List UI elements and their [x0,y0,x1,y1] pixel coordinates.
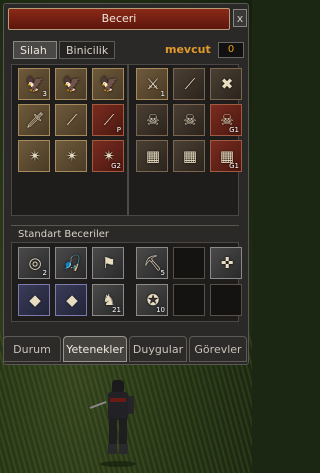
skill-icon: ▦ [145,147,161,165]
skill-level: 2 [42,269,47,277]
skill-icon: 🎣 [62,254,82,272]
character-tabs: Durum Yetenekler Duygular Görevler [3,336,249,364]
weapon-skill-slot[interactable]: ✴ [55,140,87,172]
weapon-skill-slot[interactable]: ✴ G2 [92,140,124,172]
standard-skill-slot[interactable]: ⛏ 5 [136,247,168,279]
standard-empty-slot[interactable] [210,284,242,316]
skill-icon: ✜ [220,254,234,272]
standard-skill-slot[interactable]: 🎣 [55,247,87,279]
standard-skill-slot[interactable]: ◆ [55,284,87,316]
subtab-silah[interactable]: Silah [13,41,57,59]
player-character[interactable] [88,368,148,468]
weapon-skill-slot[interactable]: ⚔ 1 [136,68,168,100]
skill-icon: ▦ [182,147,198,165]
available-points-value: 0 [218,42,244,58]
weapon-skill-slot[interactable]: ✖ [210,68,242,100]
skill-icon: 🗡 [25,111,45,129]
skill-level: G2 [111,162,121,170]
section-divider [11,225,239,226]
skill-level: 1 [160,90,165,98]
close-button[interactable]: x [233,9,247,27]
available-points-label: mevcut [165,43,211,56]
weapon-skill-slot[interactable]: ☠ G1 [210,104,242,136]
skill-icon: ⟋ [66,111,78,129]
skill-level: G1 [229,162,239,170]
skill-grid-divider [127,64,129,216]
skill-icon: ✖ [220,75,234,93]
skill-icon: ◆ [66,291,78,309]
skill-icon: 🦅 [62,75,82,93]
weapon-skill-slot[interactable]: 🦅 3 [18,68,50,100]
standard-empty-slot[interactable] [173,247,205,279]
skill-icon: ⚑ [102,254,116,272]
window-title[interactable]: Beceri [8,8,230,30]
skill-level: G1 [229,126,239,134]
weapon-skill-slot[interactable]: ☠ [136,104,168,136]
weapon-skill-slot[interactable]: 🦅 [92,68,124,100]
weapon-skill-slot[interactable]: ⟋ P [92,104,124,136]
standard-skill-slot[interactable]: ✜ [210,247,242,279]
weapon-skill-slot[interactable]: ⟋ [55,104,87,136]
tab-durum[interactable]: Durum [3,336,61,362]
skill-level: 21 [112,306,121,314]
skill-icon: ☠ [183,111,197,129]
skill-level: 5 [160,269,165,277]
tab-yetenekler[interactable]: Yetenekler [63,336,127,362]
skill-level: 10 [156,306,165,314]
skill-level: 3 [42,90,47,98]
weapon-skill-slot[interactable]: ▦ [136,140,168,172]
subtab-binicilik[interactable]: Binicilik [59,41,115,59]
skill-icon: ◆ [29,291,41,309]
weapon-skill-slot[interactable]: ⟋ [173,68,205,100]
weapon-skill-slot[interactable]: 🗡 [18,104,50,136]
skill-icon: ⟋ [184,75,196,93]
standard-skill-slot[interactable]: ◆ [18,284,50,316]
standard-empty-slot[interactable] [173,284,205,316]
skill-level: P [116,126,121,134]
skill-icon: ☠ [146,111,160,129]
weapon-skill-slot[interactable]: ✴ [18,140,50,172]
tab-gorevler[interactable]: Görevler [189,336,247,362]
skill-icon: ✴ [65,147,79,165]
standard-skill-slot[interactable]: ⚑ [92,247,124,279]
weapon-skill-slot[interactable]: ☠ [173,104,205,136]
tab-duygular[interactable]: Duygular [129,336,187,362]
skill-subtab-strip: Silah Binicilik mevcut 0 [13,41,244,61]
standard-skill-slot[interactable]: ◎ 2 [18,247,50,279]
standard-skill-slot[interactable]: ♞ 21 [92,284,124,316]
skill-icon: 🦅 [99,75,119,93]
skill-icon: ✴ [28,147,42,165]
weapon-skill-slot[interactable]: ▦ [173,140,205,172]
standard-skill-slot[interactable]: ✪ 10 [136,284,168,316]
standard-skills-label: Standart Beceriler [18,229,110,240]
weapon-skill-slot[interactable]: ▦ G1 [210,140,242,172]
weapon-skill-slot[interactable]: 🦅 [55,68,87,100]
